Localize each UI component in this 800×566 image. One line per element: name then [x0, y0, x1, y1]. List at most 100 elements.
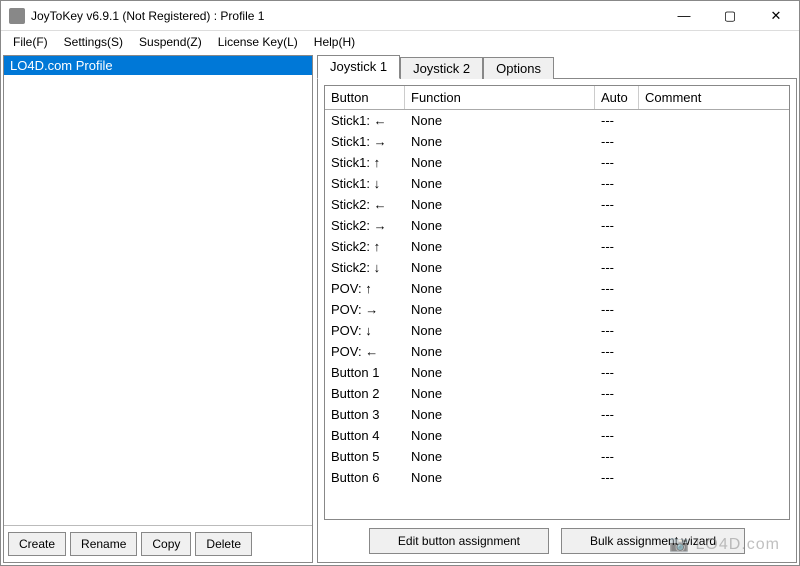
cell-function: None [405, 259, 595, 276]
cell-auto: --- [595, 469, 639, 486]
menu-suspend[interactable]: Suspend(Z) [131, 33, 210, 51]
cell-comment [639, 322, 789, 339]
table-row[interactable]: Stick2: ↓None--- [325, 257, 789, 278]
table-header: Button Function Auto Comment [325, 86, 789, 110]
table-row[interactable]: Stick1: ↓None--- [325, 173, 789, 194]
col-function[interactable]: Function [405, 86, 595, 109]
edit-assignment-button[interactable]: Edit button assignment [369, 528, 549, 554]
cell-comment [639, 238, 789, 255]
cell-button: Stick1: → [325, 133, 405, 150]
table-row[interactable]: POV: ↓None--- [325, 320, 789, 341]
cell-button: Button 3 [325, 406, 405, 423]
table-row[interactable]: Stick1: ←None--- [325, 110, 789, 131]
cell-function: None [405, 469, 595, 486]
col-button[interactable]: Button [325, 86, 405, 109]
tab-joystick2[interactable]: Joystick 2 [400, 57, 483, 79]
table-body[interactable]: Stick1: ←None---Stick1: →None---Stick1: … [325, 110, 789, 519]
cell-auto: --- [595, 406, 639, 423]
assignment-buttons: Edit button assignment Bulk assignment w… [324, 520, 790, 556]
cell-button: Stick1: ← [325, 112, 405, 129]
cell-function: None [405, 196, 595, 213]
cell-button: POV: ↑ [325, 280, 405, 297]
tab-joystick1[interactable]: Joystick 1 [317, 55, 400, 79]
tab-strip: Joystick 1 Joystick 2 Options [317, 55, 797, 79]
table-row[interactable]: POV: ←None--- [325, 341, 789, 362]
cell-comment [639, 448, 789, 465]
table-row[interactable]: Button 6None--- [325, 467, 789, 488]
rename-button[interactable]: Rename [70, 532, 137, 556]
table-row[interactable]: Button 1None--- [325, 362, 789, 383]
cell-function: None [405, 427, 595, 444]
table-row[interactable]: Stick2: ↑None--- [325, 236, 789, 257]
cell-button: Stick1: ↓ [325, 175, 405, 192]
table-row[interactable]: Button 4None--- [325, 425, 789, 446]
cell-function: None [405, 322, 595, 339]
maximize-button[interactable]: ▢ [707, 1, 753, 31]
table-row[interactable]: Button 3None--- [325, 404, 789, 425]
table-row[interactable]: Stick1: ↑None--- [325, 152, 789, 173]
cell-function: None [405, 238, 595, 255]
col-comment[interactable]: Comment [639, 86, 789, 109]
cell-auto: --- [595, 364, 639, 381]
tab-content: Button Function Auto Comment Stick1: ←No… [317, 78, 797, 563]
delete-button[interactable]: Delete [195, 532, 252, 556]
menu-settings[interactable]: Settings(S) [56, 33, 131, 51]
cell-auto: --- [595, 217, 639, 234]
cell-auto: --- [595, 196, 639, 213]
menu-help[interactable]: Help(H) [306, 33, 363, 51]
window-buttons: — ▢ ✕ [661, 1, 799, 31]
cell-button: Button 4 [325, 427, 405, 444]
cell-comment [639, 133, 789, 150]
cell-comment [639, 364, 789, 381]
cell-comment [639, 301, 789, 318]
cell-function: None [405, 112, 595, 129]
cell-button: POV: ← [325, 343, 405, 360]
cell-function: None [405, 448, 595, 465]
assignment-pane: Joystick 1 Joystick 2 Options Button Fun… [317, 55, 797, 563]
window-title: JoyToKey v6.9.1 (Not Registered) : Profi… [31, 9, 661, 23]
content-area: LO4D.com Profile Create Rename Copy Dele… [1, 53, 799, 565]
cell-auto: --- [595, 385, 639, 402]
cell-comment [639, 385, 789, 402]
cell-comment [639, 112, 789, 129]
cell-comment [639, 469, 789, 486]
tab-options[interactable]: Options [483, 57, 554, 79]
table-row[interactable]: Stick2: ←None--- [325, 194, 789, 215]
cell-auto: --- [595, 259, 639, 276]
close-button[interactable]: ✕ [753, 1, 799, 31]
cell-auto: --- [595, 448, 639, 465]
col-auto[interactable]: Auto [595, 86, 639, 109]
cell-button: Button 6 [325, 469, 405, 486]
cell-function: None [405, 280, 595, 297]
cell-function: None [405, 406, 595, 423]
menu-license[interactable]: License Key(L) [210, 33, 306, 51]
cell-function: None [405, 385, 595, 402]
cell-button: Button 5 [325, 448, 405, 465]
cell-auto: --- [595, 427, 639, 444]
table-row[interactable]: Stick1: →None--- [325, 131, 789, 152]
bulk-wizard-button[interactable]: Bulk assignment wizard [561, 528, 745, 554]
app-icon [9, 8, 25, 24]
cell-auto: --- [595, 175, 639, 192]
copy-button[interactable]: Copy [141, 532, 191, 556]
cell-function: None [405, 217, 595, 234]
cell-comment [639, 259, 789, 276]
cell-auto: --- [595, 238, 639, 255]
cell-auto: --- [595, 133, 639, 150]
cell-button: Button 1 [325, 364, 405, 381]
cell-comment [639, 280, 789, 297]
cell-button: Stick1: ↑ [325, 154, 405, 171]
table-row[interactable]: Stick2: →None--- [325, 215, 789, 236]
profile-item[interactable]: LO4D.com Profile [4, 56, 312, 75]
table-row[interactable]: POV: →None--- [325, 299, 789, 320]
table-row[interactable]: POV: ↑None--- [325, 278, 789, 299]
cell-button: Stick2: ↓ [325, 259, 405, 276]
create-button[interactable]: Create [8, 532, 66, 556]
profile-buttons: Create Rename Copy Delete [4, 525, 312, 562]
menu-file[interactable]: File(F) [5, 33, 56, 51]
cell-auto: --- [595, 301, 639, 318]
profile-list[interactable]: LO4D.com Profile [4, 56, 312, 525]
table-row[interactable]: Button 2None--- [325, 383, 789, 404]
minimize-button[interactable]: — [661, 1, 707, 31]
table-row[interactable]: Button 5None--- [325, 446, 789, 467]
